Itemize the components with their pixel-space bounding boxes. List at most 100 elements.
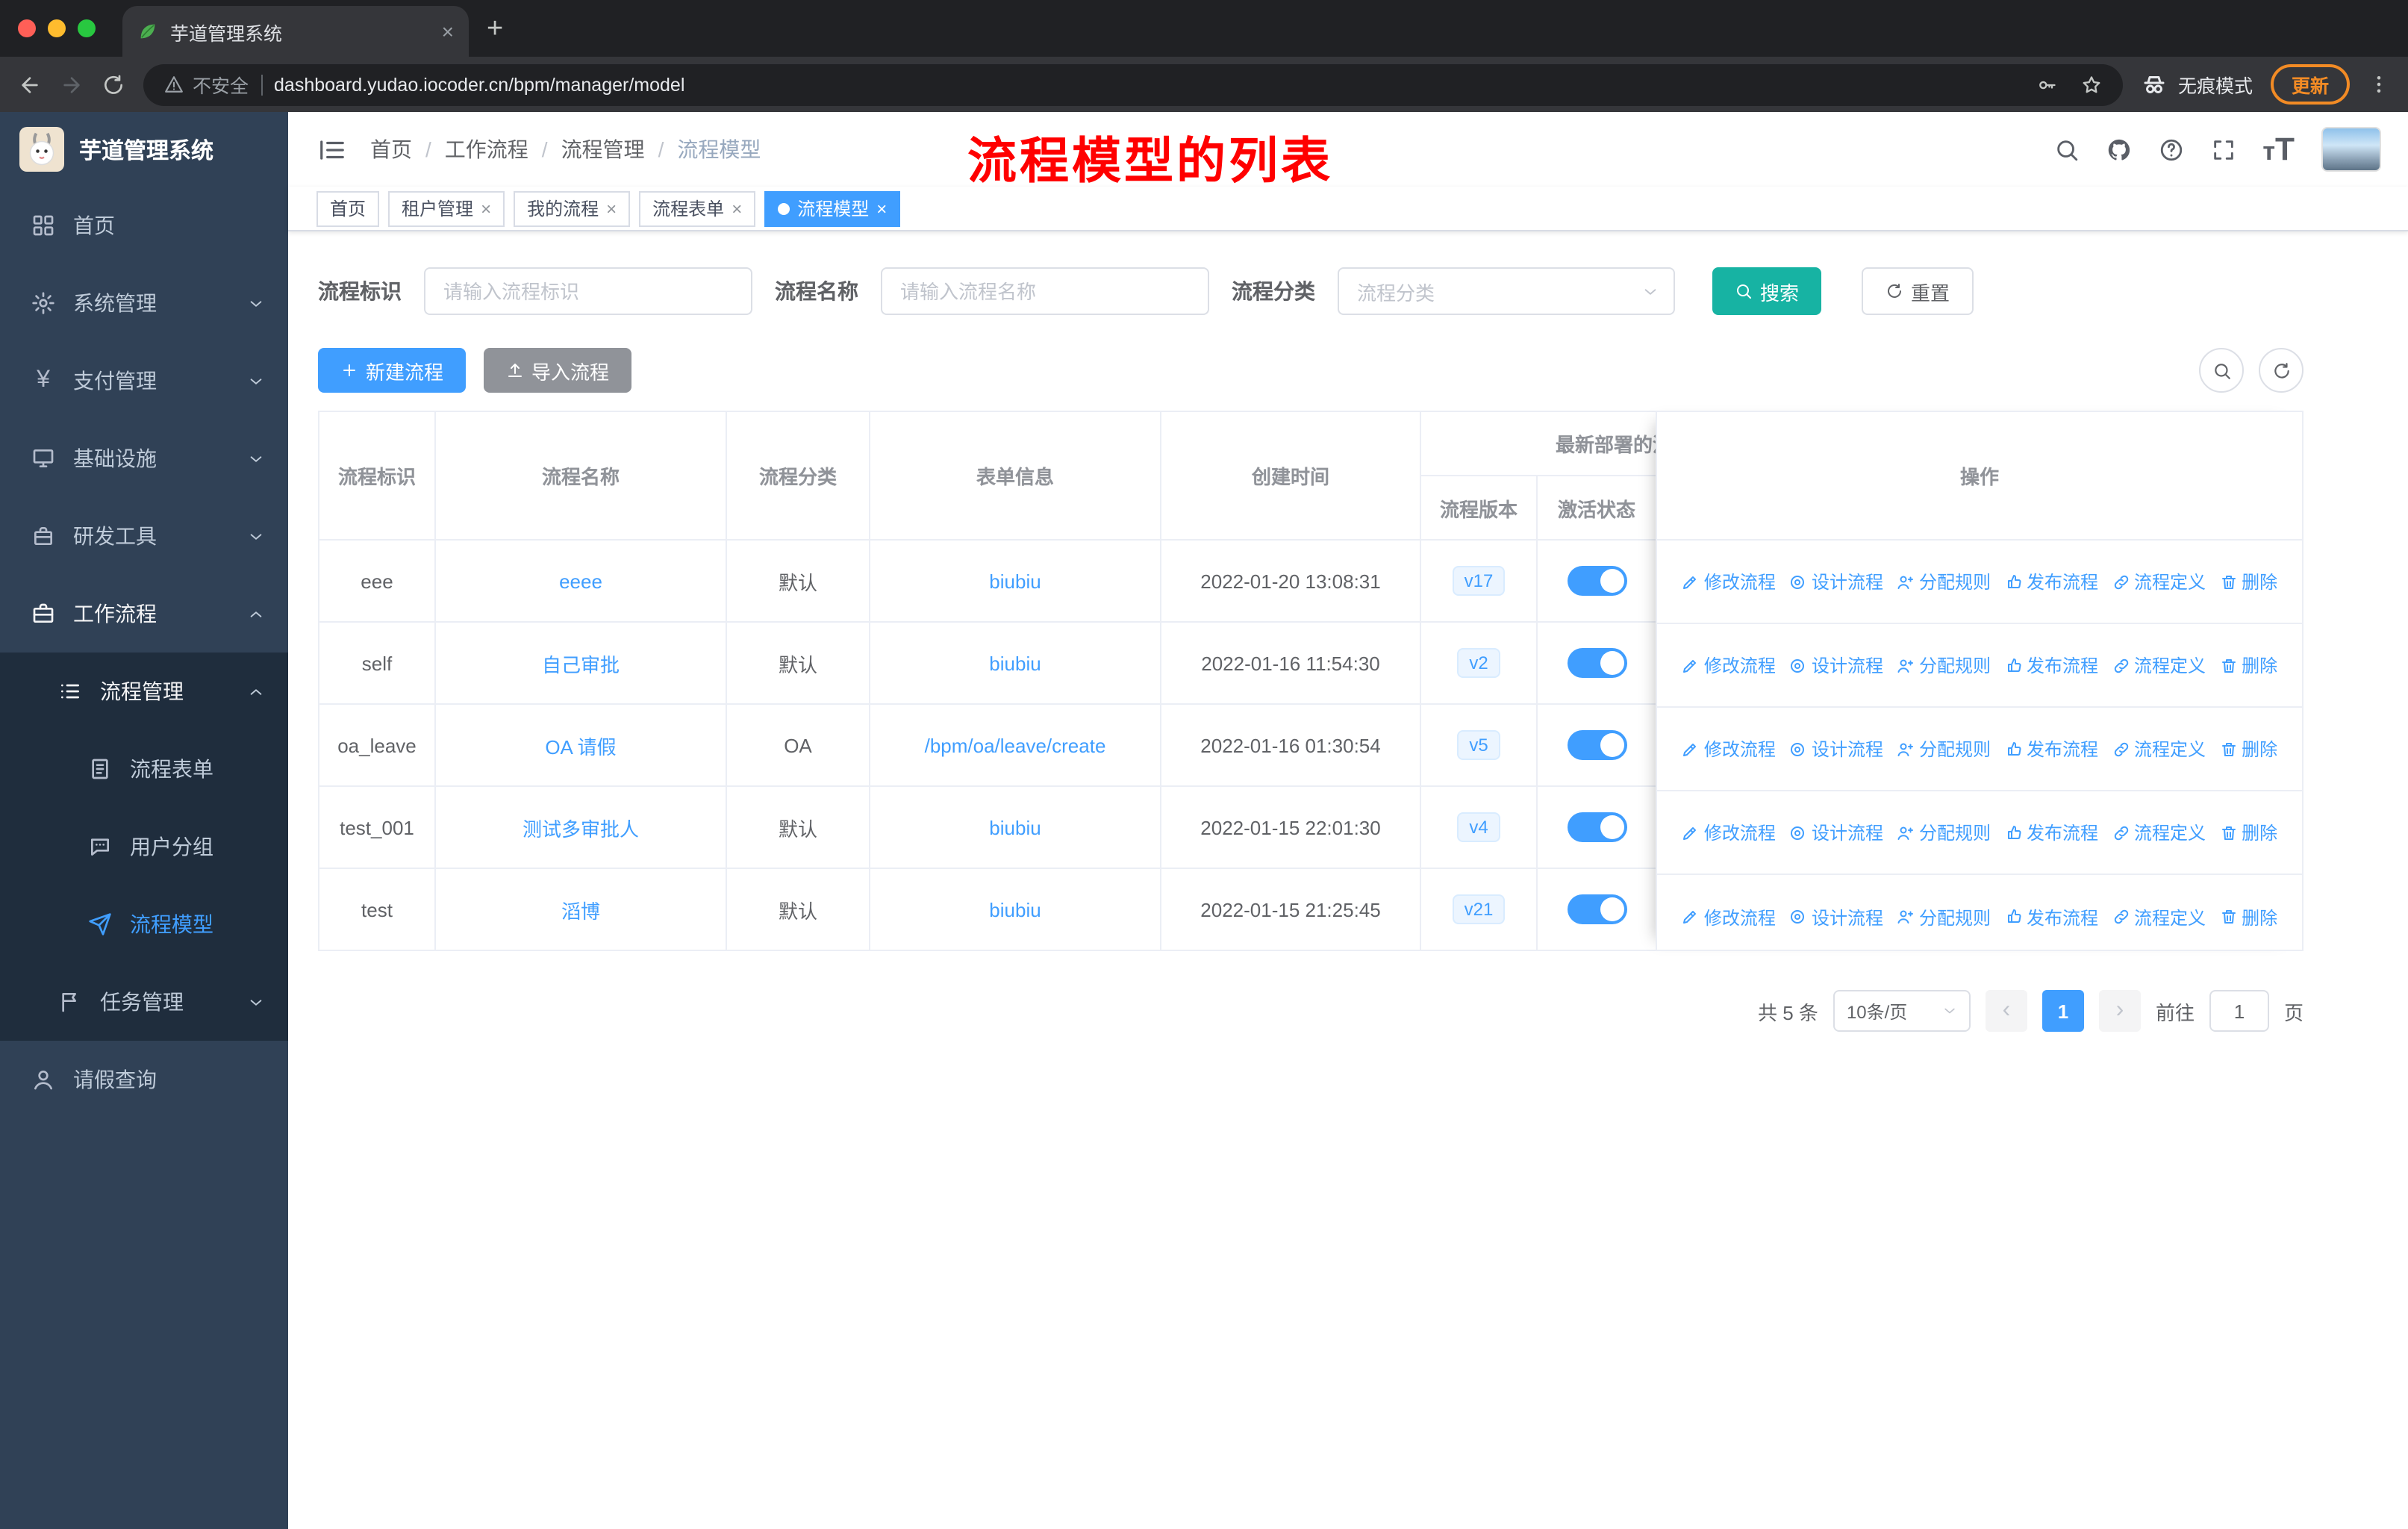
sidebar-item-task-management[interactable]: 任务管理 xyxy=(0,963,288,1041)
form-info-link[interactable]: biubiu xyxy=(989,898,1041,921)
process-name-link[interactable]: 测试多审批人 xyxy=(523,818,639,840)
publish-process-link[interactable]: 发布流程 xyxy=(2004,904,2098,929)
search-icon[interactable] xyxy=(2053,137,2079,162)
tab-close-icon[interactable]: × xyxy=(442,19,454,43)
publish-process-link[interactable]: 发布流程 xyxy=(2004,736,2098,762)
design-process-link[interactable]: 设计流程 xyxy=(1789,820,1883,845)
version-badge[interactable]: v5 xyxy=(1457,730,1500,760)
user-avatar[interactable] xyxy=(2321,127,2381,172)
font-size-icon[interactable]: тT xyxy=(2262,131,2295,168)
version-badge[interactable]: v21 xyxy=(1452,894,1506,924)
process-id-input[interactable] xyxy=(424,267,752,315)
process-name-link[interactable]: 自己审批 xyxy=(542,653,620,676)
key-icon[interactable] xyxy=(2036,74,2057,95)
breadcrumb-item[interactable]: 工作流程 xyxy=(445,134,528,164)
sidebar-item-devtools[interactable]: 研发工具 xyxy=(0,497,288,575)
tag-流程模型[interactable]: 流程模型 × xyxy=(764,190,901,226)
process-definition-link[interactable]: 流程定义 xyxy=(2112,904,2206,929)
delete-link[interactable]: 删除 xyxy=(2219,904,2277,929)
form-info-link[interactable]: biubiu xyxy=(989,816,1041,838)
search-button[interactable]: 搜索 xyxy=(1712,267,1822,315)
reset-button[interactable]: 重置 xyxy=(1862,267,1974,315)
refresh-table-button[interactable] xyxy=(2259,348,2303,393)
process-name-link[interactable]: eeee xyxy=(559,570,602,592)
github-icon[interactable] xyxy=(2106,137,2131,162)
process-name-input[interactable] xyxy=(881,267,1209,315)
process-definition-link[interactable]: 流程定义 xyxy=(2112,820,2206,845)
process-category-select[interactable]: 流程分类 xyxy=(1338,267,1675,315)
form-info-link[interactable]: biubiu xyxy=(989,570,1041,592)
delete-link[interactable]: 删除 xyxy=(2219,653,2277,678)
delete-link[interactable]: 删除 xyxy=(2219,569,2277,594)
assign-rule-link[interactable]: 分配规则 xyxy=(1897,653,1991,678)
process-definition-link[interactable]: 流程定义 xyxy=(2112,736,2206,762)
design-process-link[interactable]: 设计流程 xyxy=(1789,736,1883,762)
tag-租户管理[interactable]: 租户管理 × xyxy=(388,190,505,226)
sidebar-item-system[interactable]: 系统管理 xyxy=(0,264,288,342)
forward-icon[interactable] xyxy=(60,72,84,96)
toggle-search-button[interactable] xyxy=(2199,348,2244,393)
delete-link[interactable]: 删除 xyxy=(2219,736,2277,762)
fullscreen-icon[interactable] xyxy=(2210,137,2236,162)
page-size-select[interactable]: 10条/页 xyxy=(1832,990,1971,1032)
tag-close-icon[interactable]: × xyxy=(481,198,491,219)
assign-rule-link[interactable]: 分配规则 xyxy=(1897,736,1991,762)
tag-close-icon[interactable]: × xyxy=(876,198,887,219)
window-close-button[interactable] xyxy=(18,19,36,37)
sidebar-item-leave-query[interactable]: 请假查询 xyxy=(0,1041,288,1118)
form-info-link[interactable]: /bpm/oa/leave/create xyxy=(925,734,1106,756)
tag-close-icon[interactable]: × xyxy=(732,198,742,219)
goto-page-input[interactable] xyxy=(2209,990,2269,1032)
bookmark-star-icon[interactable] xyxy=(2081,74,2102,95)
design-process-link[interactable]: 设计流程 xyxy=(1789,904,1883,929)
create-process-button[interactable]: 新建流程 xyxy=(318,348,467,393)
delete-link[interactable]: 删除 xyxy=(2219,820,2277,845)
sidebar-item-infrastructure[interactable]: 基础设施 xyxy=(0,420,288,497)
browser-tab[interactable]: 芋道管理系统 × xyxy=(122,6,469,57)
tag-流程表单[interactable]: 流程表单 × xyxy=(639,190,756,226)
chrome-update-button[interactable]: 更新 xyxy=(2270,64,2350,105)
process-definition-link[interactable]: 流程定义 xyxy=(2112,569,2206,594)
process-definition-link[interactable]: 流程定义 xyxy=(2112,653,2206,678)
tag-close-icon[interactable]: × xyxy=(606,198,617,219)
publish-process-link[interactable]: 发布流程 xyxy=(2004,653,2098,678)
edit-process-link[interactable]: 修改流程 xyxy=(1682,653,1776,678)
active-toggle[interactable] xyxy=(1567,648,1626,678)
tag-我的流程[interactable]: 我的流程 × xyxy=(514,190,631,226)
new-tab-button[interactable]: + xyxy=(487,13,503,46)
window-minimize-button[interactable] xyxy=(48,19,66,37)
sidebar-item-workflow[interactable]: 工作流程 xyxy=(0,575,288,653)
assign-rule-link[interactable]: 分配规则 xyxy=(1897,904,1991,929)
edit-process-link[interactable]: 修改流程 xyxy=(1682,569,1776,594)
tag-首页[interactable]: 首页 xyxy=(316,190,380,226)
current-page-button[interactable]: 1 xyxy=(2042,990,2084,1032)
sidebar-item-user-group[interactable]: 用户分组 xyxy=(0,808,288,885)
sidebar-item-process-form[interactable]: 流程表单 xyxy=(0,730,288,808)
edit-process-link[interactable]: 修改流程 xyxy=(1682,736,1776,762)
design-process-link[interactable]: 设计流程 xyxy=(1789,653,1883,678)
process-name-link[interactable]: 滔博 xyxy=(561,900,600,922)
reload-icon[interactable] xyxy=(102,72,125,96)
sidebar-collapse-icon[interactable] xyxy=(303,135,361,164)
process-name-link[interactable]: OA 请假 xyxy=(545,735,616,758)
sidebar-item-home[interactable]: 首页 xyxy=(0,187,288,264)
app-logo[interactable]: 芋道管理系统 xyxy=(0,112,288,187)
breadcrumb-item[interactable]: 首页 xyxy=(370,134,412,164)
back-icon[interactable] xyxy=(18,72,42,96)
version-badge[interactable]: v2 xyxy=(1457,648,1500,678)
breadcrumb-item[interactable]: 流程管理 xyxy=(561,134,645,164)
active-toggle[interactable] xyxy=(1567,894,1626,924)
assign-rule-link[interactable]: 分配规则 xyxy=(1897,569,1991,594)
browser-menu-icon[interactable] xyxy=(2368,73,2390,96)
next-page-button[interactable]: › xyxy=(2098,990,2141,1032)
design-process-link[interactable]: 设计流程 xyxy=(1789,569,1883,594)
edit-process-link[interactable]: 修改流程 xyxy=(1682,820,1776,845)
breadcrumb-item[interactable]: 流程模型 xyxy=(677,134,761,164)
sidebar-item-payment[interactable]: ¥ 支付管理 xyxy=(0,342,288,420)
form-info-link[interactable]: biubiu xyxy=(989,652,1041,674)
window-zoom-button[interactable] xyxy=(78,19,96,37)
sidebar-item-process-management[interactable]: 流程管理 xyxy=(0,653,288,730)
publish-process-link[interactable]: 发布流程 xyxy=(2004,820,2098,845)
assign-rule-link[interactable]: 分配规则 xyxy=(1897,820,1991,845)
version-badge[interactable]: v17 xyxy=(1452,566,1506,596)
